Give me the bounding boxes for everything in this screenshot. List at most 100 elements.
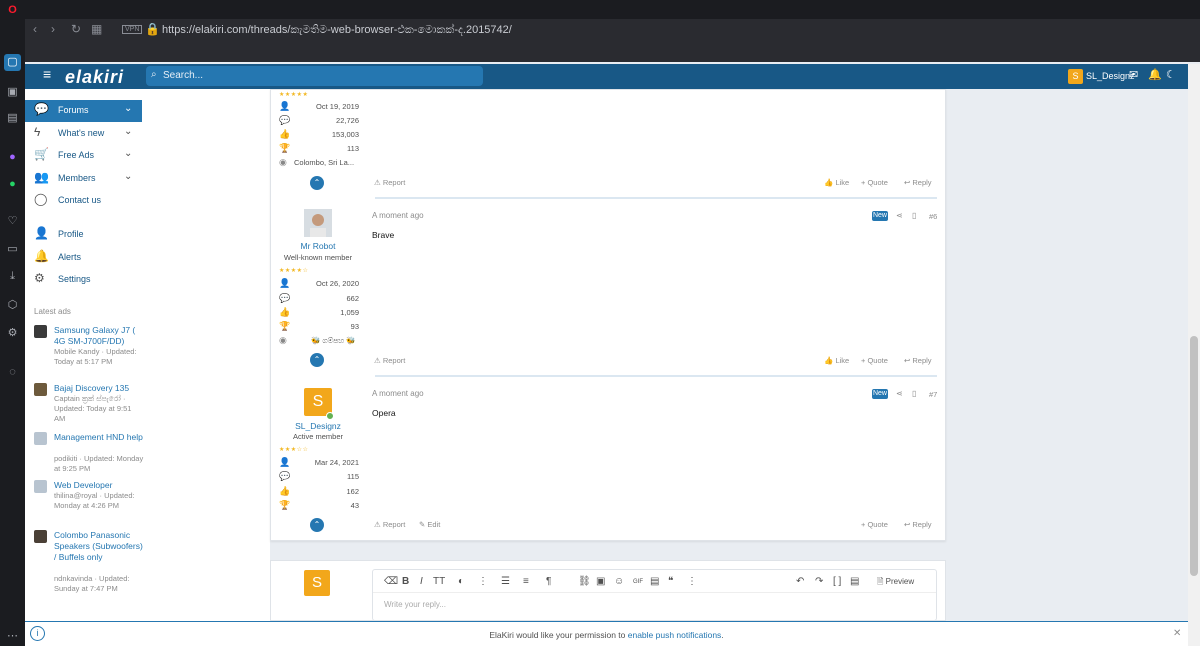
collapse-button[interactable]: ⌃: [310, 176, 324, 190]
share-icon[interactable]: ⋖: [896, 389, 903, 398]
italic-icon[interactable]: I: [420, 576, 423, 587]
url-text[interactable]: https://elakiri.com/threads/කැමතිම-web-b…: [162, 24, 512, 37]
bookmark-icon[interactable]: ▯: [912, 389, 916, 398]
speed-dial-icon[interactable]: ▦: [91, 22, 102, 36]
avatar[interactable]: [304, 209, 332, 237]
more-options-icon[interactable]: ⋮: [687, 576, 697, 587]
more-options-icon[interactable]: ⋮: [478, 576, 488, 587]
lightbulb-icon[interactable]: ◌: [4, 364, 21, 381]
post-author[interactable]: Mr Robot: [271, 241, 365, 251]
messenger-icon[interactable]: ●: [4, 149, 21, 166]
ad-title[interactable]: Management HND help: [54, 432, 144, 443]
heart-icon[interactable]: ♡: [4, 213, 21, 230]
list-item[interactable]: Management HND help podikiti · Updated: …: [34, 432, 144, 473]
history-icon[interactable]: ▭: [4, 241, 21, 258]
drafts-icon[interactable]: ▤: [850, 576, 859, 587]
scroll-thumb[interactable]: [1190, 336, 1198, 576]
briefcase-icon[interactable]: ▣: [4, 84, 21, 101]
post-number[interactable]: #6: [929, 212, 937, 221]
image-icon[interactable]: ▣: [596, 576, 605, 587]
reply-button[interactable]: ↩ Reply: [904, 520, 932, 529]
report-button[interactable]: ⚠ Report: [374, 178, 405, 187]
more-icon[interactable]: ⋯: [4, 628, 21, 645]
site-logo[interactable]: elakiri: [65, 67, 124, 88]
post-author[interactable]: SL_Designz: [271, 421, 365, 431]
list-item[interactable]: Bajaj Discovery 135 Captain ක්‍රක් ස්පැර…: [34, 383, 144, 423]
reply-button[interactable]: ↩ Reply: [904, 356, 932, 365]
redo-icon[interactable]: ↷: [815, 576, 823, 587]
extensions-icon[interactable]: ⬡: [4, 297, 21, 314]
paragraph-icon[interactable]: ¶: [546, 576, 551, 587]
nav-item-profile[interactable]: 👤 Profile: [25, 224, 142, 246]
chevron-down-icon[interactable]: ⌄: [124, 126, 132, 137]
bold-icon[interactable]: B: [402, 576, 409, 587]
edit-button[interactable]: ✎ Edit: [419, 520, 440, 529]
palette-icon[interactable]: ◐: [458, 576, 464, 587]
bell-icon[interactable]: 🔔: [1148, 68, 1162, 81]
reply-editor[interactable]: ⌫ B I TT ◐ ⋮ ☰ ≡ ¶ ⛓ ▣ ☺ GIF ▤ ❝ ⋮ ↶ ↷ […: [372, 569, 937, 621]
bbcode-icon[interactable]: [ ]: [833, 576, 841, 587]
ad-title[interactable]: Colombo Panasonic Speakers (Subwoofers) …: [54, 530, 144, 563]
search-input[interactable]: ⌕ Search...: [146, 66, 483, 86]
collapse-button[interactable]: ⌃: [310, 518, 324, 532]
post-timestamp[interactable]: A moment ago: [372, 389, 424, 398]
avatar[interactable]: S: [1068, 69, 1083, 84]
whatsapp-icon[interactable]: ●: [4, 176, 21, 193]
nav-item-alerts[interactable]: 🔔 Alerts: [25, 247, 142, 269]
nav-item-whats-new[interactable]: ϟ What's new ⌄: [25, 123, 142, 145]
account-username[interactable]: SL_Designz: [1086, 71, 1135, 81]
notes-icon[interactable]: ▤: [4, 110, 21, 127]
list-item[interactable]: Colombo Panasonic Speakers (Subwoofers) …: [34, 530, 144, 593]
list-item[interactable]: Samsung Galaxy J7 ( 4G SM-J700F/DD) Mobi…: [34, 325, 144, 375]
report-button[interactable]: ⚠ Report: [374, 520, 405, 529]
share-icon[interactable]: ⋖: [896, 211, 903, 220]
gif-icon[interactable]: GIF: [633, 579, 643, 585]
post-number[interactable]: #7: [929, 390, 937, 399]
quote-button[interactable]: + Quote: [861, 520, 888, 529]
chevron-down-icon[interactable]: ⌄: [124, 103, 132, 114]
ad-title[interactable]: Web Developer: [54, 480, 144, 491]
nav-item-members[interactable]: 👥 Members ⌄: [25, 168, 142, 190]
dark-mode-icon[interactable]: ☾: [1166, 68, 1176, 81]
inbox-icon[interactable]: ✉: [1129, 68, 1138, 81]
enable-push-link[interactable]: enable push notifications: [628, 630, 722, 640]
nav-item-forums[interactable]: 💬 Forums ⌄: [25, 100, 142, 122]
quote-button[interactable]: + Quote: [861, 178, 888, 187]
quote-button[interactable]: + Quote: [861, 356, 888, 365]
chevron-down-icon[interactable]: ⌄: [124, 171, 132, 182]
text-size-icon[interactable]: TT: [433, 576, 445, 587]
report-button[interactable]: ⚠ Report: [374, 356, 405, 365]
emoji-icon[interactable]: ☺: [614, 576, 624, 587]
like-button[interactable]: 👍 Like: [824, 356, 849, 365]
chevron-down-icon[interactable]: ⌄: [124, 148, 132, 159]
link-icon[interactable]: ⛓: [578, 576, 591, 587]
reload-icon[interactable]: ↻: [71, 22, 81, 36]
nav-item-settings[interactable]: ⚙ Settings: [25, 269, 142, 291]
align-icon[interactable]: ≡: [523, 576, 529, 587]
nav-item-contact-us[interactable]: ◯ Contact us: [25, 190, 142, 212]
list-item[interactable]: Web Developer thilina@royal · Updated: M…: [34, 480, 144, 524]
vpn-badge[interactable]: VPN: [122, 25, 143, 34]
undo-icon[interactable]: ↶: [796, 576, 804, 587]
preview-button[interactable]: 🗎 Preview: [877, 576, 914, 590]
menu-icon[interactable]: ≡: [43, 66, 51, 82]
nav-item-free-ads[interactable]: 🛒 Free Ads ⌄: [25, 145, 142, 167]
ad-title[interactable]: Bajaj Discovery 135: [54, 383, 144, 394]
reply-button[interactable]: ↩ Reply: [904, 178, 932, 187]
post-timestamp[interactable]: A moment ago: [372, 211, 424, 220]
back-icon[interactable]: ‹: [33, 22, 37, 36]
workspace-icon[interactable]: ▢: [4, 54, 21, 71]
list-icon[interactable]: ☰: [501, 576, 510, 587]
ad-title[interactable]: Samsung Galaxy J7 ( 4G SM-J700F/DD): [54, 325, 144, 347]
settings-icon[interactable]: ⚙: [4, 325, 21, 342]
collapse-button[interactable]: ⌃: [310, 353, 324, 367]
eraser-icon[interactable]: ⌫: [384, 576, 398, 587]
like-button[interactable]: 👍 Like: [824, 178, 849, 187]
quote-icon[interactable]: ❝: [668, 576, 673, 587]
download-icon[interactable]: ⤓: [4, 268, 21, 285]
close-icon[interactable]: ✕: [1173, 628, 1181, 639]
opera-logo-icon[interactable]: O: [4, 2, 21, 19]
bookmark-icon[interactable]: ▯: [912, 211, 916, 220]
media-icon[interactable]: ▤: [650, 576, 659, 587]
forward-icon[interactable]: ›: [51, 22, 55, 36]
